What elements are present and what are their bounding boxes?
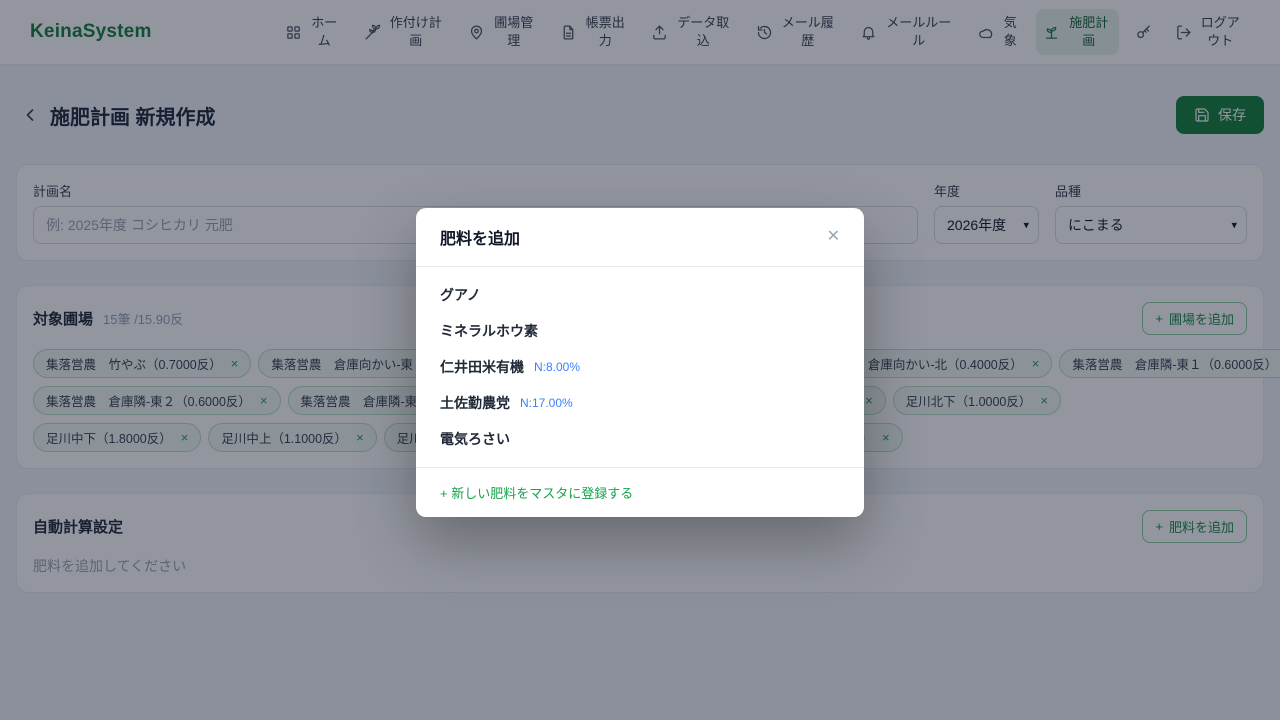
modal-title: 肥料を追加 bbox=[440, 225, 520, 249]
fertilizer-list: グアノ ミネラルホウ素 仁井田米有機 N:8.00% 土佐勤農党 N:17.00… bbox=[416, 267, 864, 467]
add-fertilizer-modal: 肥料を追加 ✕ グアノ ミネラルホウ素 仁井田米有機 N:8.00% 土佐勤農党… bbox=[416, 208, 864, 517]
modal-backdrop[interactable]: 肥料を追加 ✕ グアノ ミネラルホウ素 仁井田米有機 N:8.00% 土佐勤農党… bbox=[0, 0, 1280, 720]
fertilizer-option[interactable]: 土佐勤農党 N:17.00% bbox=[416, 385, 864, 421]
fertilizer-option[interactable]: 仁井田米有機 N:8.00% bbox=[416, 349, 864, 385]
close-icon[interactable]: ✕ bbox=[827, 229, 840, 245]
fertilizer-option[interactable]: 電気ろさい bbox=[416, 421, 864, 457]
register-new-fertilizer-link[interactable]: + 新しい肥料をマスタに登録する bbox=[440, 486, 633, 501]
fertilizer-option[interactable]: ミネラルホウ素 bbox=[416, 313, 864, 349]
fertilizer-option[interactable]: グアノ bbox=[416, 277, 864, 313]
